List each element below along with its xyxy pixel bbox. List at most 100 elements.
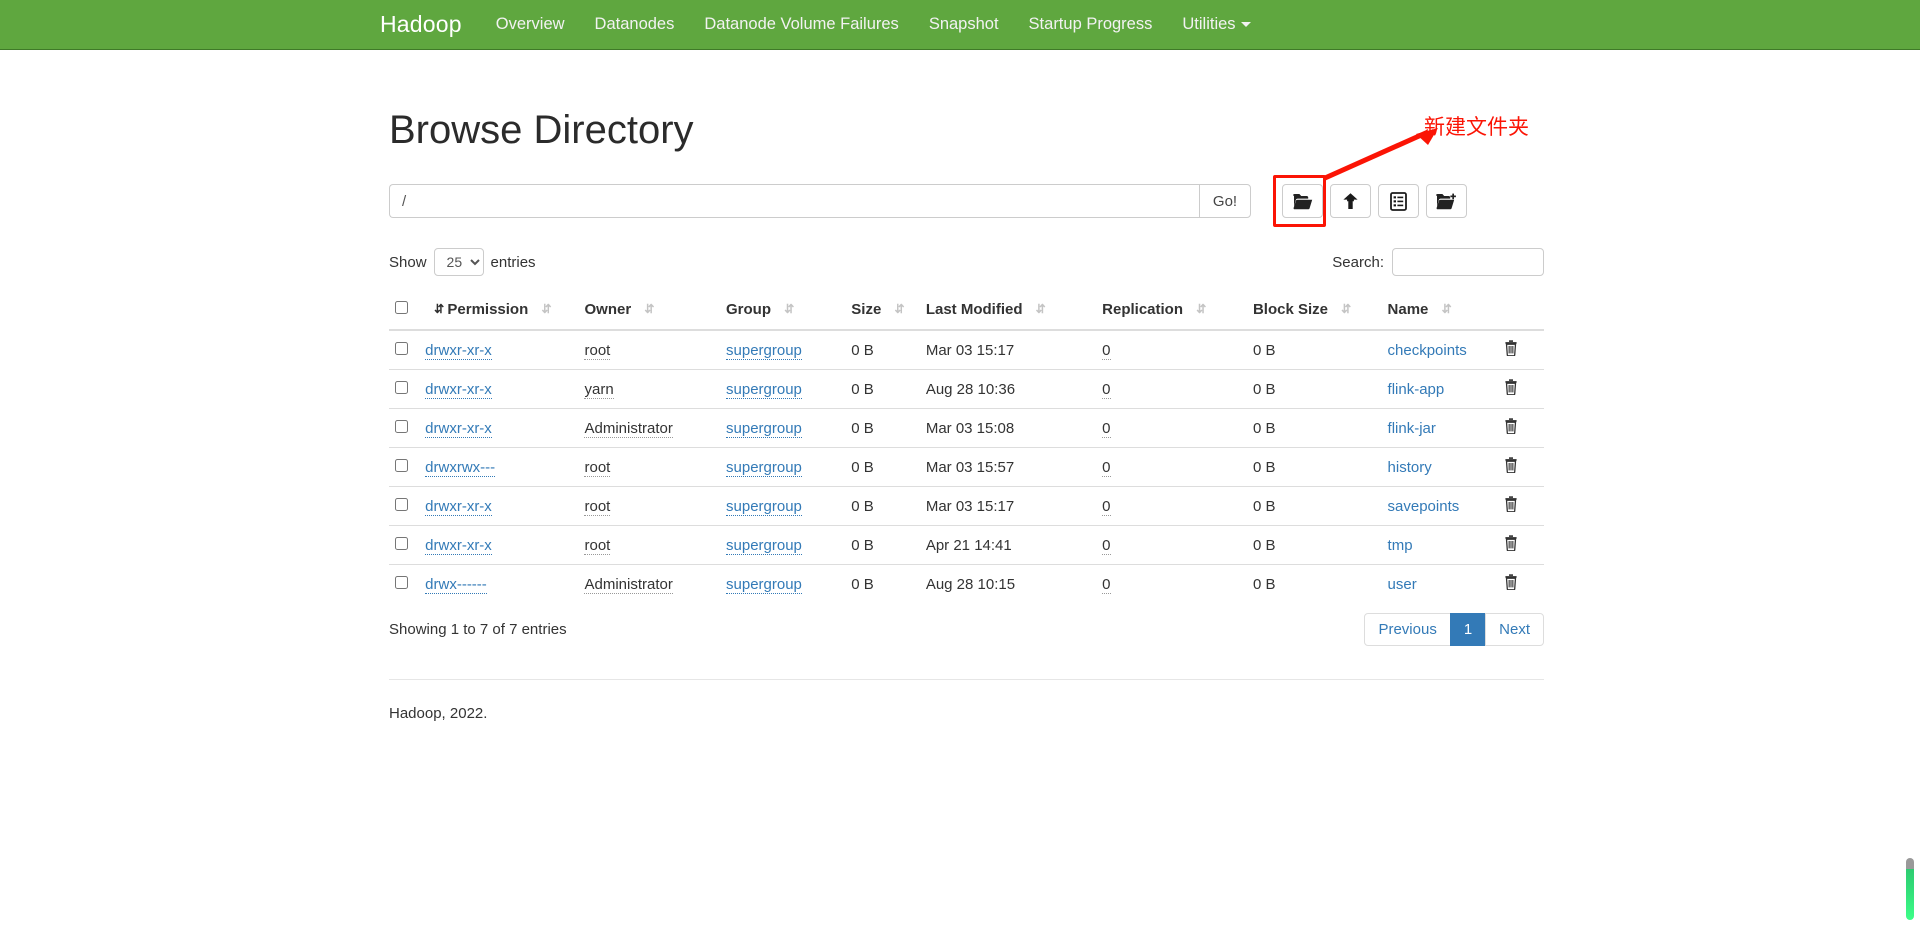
header-block-size[interactable]: Block Size ⇵ <box>1246 292 1382 331</box>
cell-permission: drwxr-xr-x <box>419 486 579 526</box>
row-select-cell[interactable] <box>389 330 419 370</box>
file-link[interactable]: flink-jar <box>1388 420 1436 437</box>
owner-value[interactable]: yarn <box>584 380 614 399</box>
group-value[interactable]: supergroup <box>726 419 802 438</box>
cell-delete[interactable] <box>1497 486 1544 526</box>
permission-value[interactable]: drwx------ <box>425 575 487 594</box>
trash-icon[interactable] <box>1504 379 1518 399</box>
cell-delete[interactable] <box>1497 564 1544 603</box>
search-input[interactable] <box>1392 248 1544 276</box>
file-link[interactable]: user <box>1388 576 1417 593</box>
group-value[interactable]: supergroup <box>726 536 802 555</box>
pagination-page-1[interactable]: 1 <box>1449 613 1487 646</box>
upload-button[interactable] <box>1330 184 1371 218</box>
nav-item-utilities[interactable]: Utilities <box>1182 15 1251 34</box>
nav-item-datanodes[interactable]: Datanodes <box>595 15 675 34</box>
nav-item-datanode-volume-failures[interactable]: Datanode Volume Failures <box>704 15 898 34</box>
navbar-brand[interactable]: Hadoop <box>380 11 462 38</box>
permission-value[interactable]: drwxr-xr-x <box>425 536 492 555</box>
replication-value[interactable]: 0 <box>1102 575 1111 594</box>
row-checkbox[interactable] <box>395 458 408 472</box>
entries-info: Showing 1 to 7 of 7 entries <box>389 621 567 638</box>
group-value[interactable]: supergroup <box>726 575 802 594</box>
row-checkbox[interactable] <box>395 419 408 433</box>
replication-value[interactable]: 0 <box>1102 380 1111 399</box>
owner-value[interactable]: root <box>584 536 611 555</box>
directory-listing-table: ⇵ Permission ⇵ Owner ⇵ Group ⇵ Size ⇵ La… <box>389 292 1544 603</box>
file-link[interactable]: flink-app <box>1388 381 1445 398</box>
header-select-all[interactable] <box>389 292 420 331</box>
open-folder-button[interactable] <box>1282 184 1323 218</box>
row-select-cell[interactable] <box>389 408 420 448</box>
header-permission[interactable]: ⇵ Permission ⇵ <box>419 292 579 331</box>
cell-delete[interactable] <box>1497 369 1544 409</box>
trash-icon[interactable] <box>1504 535 1518 555</box>
trash-icon[interactable] <box>1504 496 1518 516</box>
header-owner[interactable]: Owner ⇵ <box>578 292 721 331</box>
replication-value[interactable]: 0 <box>1102 458 1111 477</box>
file-link[interactable]: history <box>1388 459 1432 476</box>
trash-icon[interactable] <box>1504 457 1518 477</box>
trash-icon[interactable] <box>1504 418 1518 438</box>
trash-icon[interactable] <box>1504 574 1518 594</box>
trash-icon[interactable] <box>1504 340 1518 360</box>
row-select-cell[interactable] <box>389 486 420 526</box>
row-checkbox[interactable] <box>395 575 408 589</box>
owner-value[interactable]: root <box>584 497 611 516</box>
header-group[interactable]: Group ⇵ <box>720 292 846 331</box>
cell-delete[interactable] <box>1497 408 1544 448</box>
cell-permission: drwx------ <box>419 564 579 603</box>
pagination-next[interactable]: Next <box>1485 613 1544 646</box>
scroll-indicator[interactable] <box>1906 858 1914 920</box>
cell-size: 0 B <box>845 447 920 487</box>
go-button[interactable]: Go! <box>1199 184 1251 218</box>
permission-value[interactable]: drwxr-xr-x <box>425 419 492 438</box>
row-select-cell[interactable] <box>389 369 420 409</box>
row-select-cell[interactable] <box>389 525 420 565</box>
owner-value[interactable]: root <box>584 458 611 477</box>
row-checkbox[interactable] <box>395 497 408 511</box>
entries-select[interactable]: 25 <box>433 248 484 276</box>
nav-item-snapshot[interactable]: Snapshot <box>929 15 999 34</box>
header-size[interactable]: Size ⇵ <box>845 292 920 331</box>
group-value[interactable]: supergroup <box>726 341 802 360</box>
header-replication[interactable]: Replication ⇵ <box>1096 292 1247 331</box>
replication-value[interactable]: 0 <box>1102 497 1111 516</box>
cell-delete[interactable] <box>1498 330 1544 370</box>
file-link[interactable]: tmp <box>1388 537 1413 554</box>
pagination-previous[interactable]: Previous <box>1364 613 1451 646</box>
clipboard-list-button[interactable] <box>1378 184 1419 218</box>
replication-value[interactable]: 0 <box>1102 341 1111 360</box>
group-value[interactable]: supergroup <box>726 380 802 399</box>
cell-permission: drwxr-xr-x <box>419 369 579 409</box>
cell-delete[interactable] <box>1497 447 1544 487</box>
row-checkbox[interactable] <box>395 341 408 355</box>
file-link[interactable]: savepoints <box>1388 498 1460 515</box>
owner-value[interactable]: Administrator <box>584 419 673 438</box>
permission-value[interactable]: drwxrwx--- <box>425 458 496 477</box>
cell-delete[interactable] <box>1497 525 1544 565</box>
new-folder-button[interactable] <box>1426 184 1467 218</box>
permission-value[interactable]: drwxr-xr-x <box>425 497 492 516</box>
cell-size: 0 B <box>845 369 920 409</box>
group-value[interactable]: supergroup <box>726 458 802 477</box>
row-checkbox[interactable] <box>395 536 408 550</box>
row-checkbox[interactable] <box>395 380 408 394</box>
directory-path-input[interactable] <box>389 184 1199 218</box>
replication-value[interactable]: 0 <box>1102 536 1111 555</box>
header-name[interactable]: Name ⇵ <box>1381 292 1498 331</box>
row-select-cell[interactable] <box>389 447 420 487</box>
nav-item-startup-progress[interactable]: Startup Progress <box>1029 15 1153 34</box>
group-value[interactable]: supergroup <box>726 497 802 516</box>
header-last-modified[interactable]: Last Modified ⇵ <box>919 292 1097 331</box>
owner-value[interactable]: Administrator <box>584 575 673 594</box>
permission-value[interactable]: drwxr-xr-x <box>425 380 492 399</box>
nav-item-overview[interactable]: Overview <box>496 15 565 34</box>
header-owner-label: Owner <box>584 301 632 318</box>
permission-value[interactable]: drwxr-xr-x <box>425 341 492 360</box>
select-all-checkbox[interactable] <box>395 301 408 314</box>
owner-value[interactable]: root <box>584 341 611 360</box>
file-link[interactable]: checkpoints <box>1388 342 1467 359</box>
row-select-cell[interactable] <box>389 564 420 603</box>
replication-value[interactable]: 0 <box>1102 419 1111 438</box>
